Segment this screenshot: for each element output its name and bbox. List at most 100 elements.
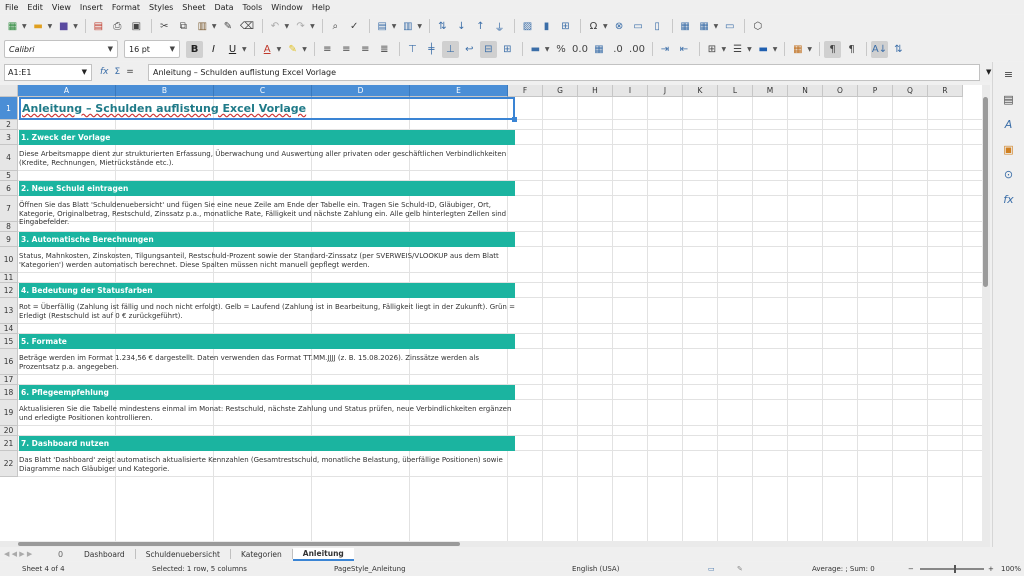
freeze-dropdown-icon[interactable]: ▼ xyxy=(714,23,719,30)
zoom-in-icon[interactable]: + xyxy=(988,565,994,573)
row-dropdown-icon[interactable]: ▼ xyxy=(392,23,397,30)
column-header-e[interactable]: E xyxy=(410,85,508,97)
special-character-dropdown-icon[interactable]: ▼ xyxy=(603,23,608,30)
unmerge-icon[interactable]: ⊞ xyxy=(499,41,516,58)
row-header-16[interactable]: 16 xyxy=(0,349,18,375)
center-vertically-icon[interactable]: ╪ xyxy=(423,41,440,58)
highlight-dropdown-icon[interactable]: ▼ xyxy=(302,46,307,53)
wrap-text-icon[interactable]: ↩ xyxy=(461,41,478,58)
decrease-indent-icon[interactable]: ⇤ xyxy=(676,41,693,58)
define-print-area-icon[interactable]: ▦ xyxy=(677,18,694,35)
align-bottom-icon[interactable]: ⊥ xyxy=(441,40,459,58)
column-header-a[interactable]: A xyxy=(18,85,116,97)
hyperlink-icon[interactable]: ⊗ xyxy=(611,18,628,35)
comment-icon[interactable]: ▭ xyxy=(630,18,647,35)
special-character-icon[interactable]: Ω xyxy=(585,18,602,35)
border-color-icon[interactable]: ▬ xyxy=(755,41,772,58)
borders-dropdown-icon[interactable]: ▼ xyxy=(722,46,727,53)
row-header-4[interactable]: 4 xyxy=(0,145,18,171)
add-sheet-button[interactable]: 0 xyxy=(58,550,70,559)
align-right-icon[interactable]: ≡ xyxy=(357,41,374,58)
currency-format-icon[interactable]: ▬ xyxy=(527,41,544,58)
paste-icon[interactable]: ▥ xyxy=(194,18,211,35)
split-window-icon[interactable]: ▭ xyxy=(721,18,738,35)
align-left-icon[interactable]: ≡ xyxy=(319,41,336,58)
date-format-icon[interactable]: ▦ xyxy=(591,41,608,58)
column-header-o[interactable]: O xyxy=(823,85,858,97)
section-text-cell[interactable]: Das Blatt 'Dashboard' zeigt automatisch … xyxy=(19,456,519,473)
export-pdf-icon[interactable]: ▤ xyxy=(90,18,107,35)
redo-dropdown-icon[interactable]: ▼ xyxy=(310,23,315,30)
insert-image-icon[interactable]: ▨ xyxy=(519,18,536,35)
spelling-icon[interactable]: ✓ xyxy=(346,18,363,35)
sort-icon[interactable]: ⇅ xyxy=(434,18,451,35)
justify-icon[interactable]: ≣ xyxy=(376,41,393,58)
navigator-icon[interactable]: ⊙ xyxy=(1001,166,1017,182)
row-header-14[interactable]: 14 xyxy=(0,324,18,334)
row-header-12[interactable]: 12 xyxy=(0,283,18,298)
column-header-p[interactable]: P xyxy=(858,85,893,97)
percent-format-icon[interactable]: % xyxy=(553,41,570,58)
new-dropdown-icon[interactable]: ▼ xyxy=(22,23,27,30)
menu-format[interactable]: Format xyxy=(112,3,140,12)
section-text-cell[interactable]: Status, Mahnkosten, Zinskosten, Tilgungs… xyxy=(19,252,519,269)
border-color-dropdown-icon[interactable]: ▼ xyxy=(773,46,778,53)
zoom-out-icon[interactable]: − xyxy=(908,565,914,573)
column-header-l[interactable]: L xyxy=(718,85,753,97)
sort-ascending-icon[interactable]: ↓ xyxy=(453,18,470,35)
new-document-icon[interactable]: ▦ xyxy=(4,18,21,35)
border-style-dropdown-icon[interactable]: ▼ xyxy=(747,46,752,53)
print-icon[interactable]: ⎙ xyxy=(109,18,126,35)
column-header-d[interactable]: D xyxy=(312,85,410,97)
menu-view[interactable]: View xyxy=(52,3,71,12)
column-header-n[interactable]: N xyxy=(788,85,823,97)
find-replace-icon[interactable]: ⌕ xyxy=(327,18,344,35)
italic-button[interactable]: I xyxy=(205,41,222,58)
zoom-level[interactable]: 100% xyxy=(1001,565,1021,573)
sheet-tab-dashboard[interactable]: Dashboard xyxy=(74,548,135,561)
chevron-down-icon[interactable]: ▼ xyxy=(108,45,113,53)
title-cell[interactable]: Anleitung – Schulden auflistung Excel Vo… xyxy=(19,97,515,120)
show-draw-functions-icon[interactable]: ⬡ xyxy=(749,18,766,35)
cut-icon[interactable]: ✂ xyxy=(156,18,173,35)
undo-dropdown-icon[interactable]: ▼ xyxy=(285,23,290,30)
font-color-icon[interactable]: A xyxy=(259,41,276,58)
menu-file[interactable]: File xyxy=(5,3,18,12)
language[interactable]: English (USA) xyxy=(572,565,619,573)
row-header-15[interactable]: 15 xyxy=(0,334,18,349)
sheet-tab-kategorien[interactable]: Kategorien xyxy=(231,548,292,561)
row-header-18[interactable]: 18 xyxy=(0,385,18,400)
row-header-2[interactable]: 2 xyxy=(0,120,18,130)
section-text-cell[interactable]: Beträge werden im Format 1.234,56 € darg… xyxy=(19,354,519,371)
gallery-icon[interactable]: ▣ xyxy=(1001,141,1017,157)
underline-dropdown-icon[interactable]: ▼ xyxy=(242,46,247,53)
column-header-j[interactable]: J xyxy=(648,85,683,97)
column-header-c[interactable]: C xyxy=(214,85,312,97)
row-header-9[interactable]: 9 xyxy=(0,232,18,247)
sheet-tab-schuldenuebersicht[interactable]: Schuldenuebersicht xyxy=(136,548,230,561)
selection-mode-icon[interactable]: ▭ xyxy=(708,565,715,573)
section-heading-cell[interactable]: 4. Bedeutung der Statusfarben xyxy=(19,283,515,298)
column-header-i[interactable]: I xyxy=(613,85,648,97)
row-header-10[interactable]: 10 xyxy=(0,247,18,273)
column-icon[interactable]: ▥ xyxy=(399,18,416,35)
row-header-5[interactable]: 5 xyxy=(0,171,18,181)
text-direction-ttb-icon[interactable]: ⇅ xyxy=(890,41,907,58)
menu-edit[interactable]: Edit xyxy=(27,3,43,12)
column-header-k[interactable]: K xyxy=(683,85,718,97)
headers-footers-icon[interactable]: ▯ xyxy=(649,18,666,35)
number-format-icon[interactable]: 0.0 xyxy=(572,41,589,58)
page-style[interactable]: PageStyle_Anleitung xyxy=(334,565,406,573)
ltr-icon[interactable]: ¶ xyxy=(824,40,841,58)
menu-icon[interactable]: ≡ xyxy=(1001,66,1017,82)
paste-dropdown-icon[interactable]: ▼ xyxy=(212,23,217,30)
section-heading-cell[interactable]: 5. Formate xyxy=(19,334,515,349)
chevron-down-icon[interactable]: ▼ xyxy=(82,68,87,76)
expand-formula-icon[interactable]: ▼ xyxy=(986,68,991,76)
row-header-11[interactable]: 11 xyxy=(0,273,18,283)
redo-icon[interactable]: ↷ xyxy=(292,18,309,35)
menu-window[interactable]: Window xyxy=(271,3,303,12)
autofilter-icon[interactable]: ⏚ xyxy=(491,18,508,35)
formula-icon[interactable]: = xyxy=(126,67,134,77)
row-header-17[interactable]: 17 xyxy=(0,375,18,385)
